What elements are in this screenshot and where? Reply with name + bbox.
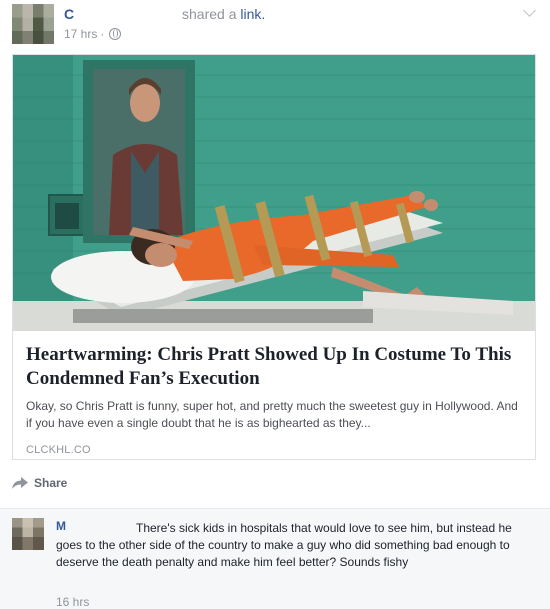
meta-separator: · [100,27,105,41]
link-preview-text[interactable]: Heartwarming: Chris Pratt Showed Up In C… [26,343,522,456]
comments-section: M There's sick kids in hospitals that wo… [0,508,550,609]
link-domain: CLCKHL.CO [26,444,91,456]
post-action-text: shared a [182,6,237,22]
link-preview-card[interactable]: Heartwarming: Chris Pratt Showed Up In C… [12,54,536,460]
chevron-down-icon[interactable] [523,4,536,17]
link-title[interactable]: Heartwarming: Chris Pratt Showed Up In C… [26,343,522,391]
post-timestamp[interactable]: 17 hrs [64,27,97,41]
comment-text: There's sick kids in hospitals that woul… [56,521,512,569]
share-arrow-icon [12,477,28,489]
share-label: Share [34,476,68,490]
link-description: Okay, so Chris Pratt is funny, super hot… [26,399,518,430]
commenter-avatar[interactable] [12,518,44,550]
link-preview-image[interactable] [13,55,535,331]
globe-icon[interactable] [109,28,122,40]
share-button[interactable]: Share [12,476,67,490]
post-meta: 17 hrs · [64,27,122,41]
comment-timestamp[interactable]: 16 hrs [56,595,89,609]
feed-post: C shared a link. 17 hrs · Heartwarming: … [0,0,550,609]
author-avatar[interactable] [12,4,54,44]
post-action: shared a link. [182,6,265,22]
execution-room-illustration [13,55,535,331]
shared-link[interactable]: link. [240,6,265,22]
author-name[interactable]: C [64,6,74,22]
